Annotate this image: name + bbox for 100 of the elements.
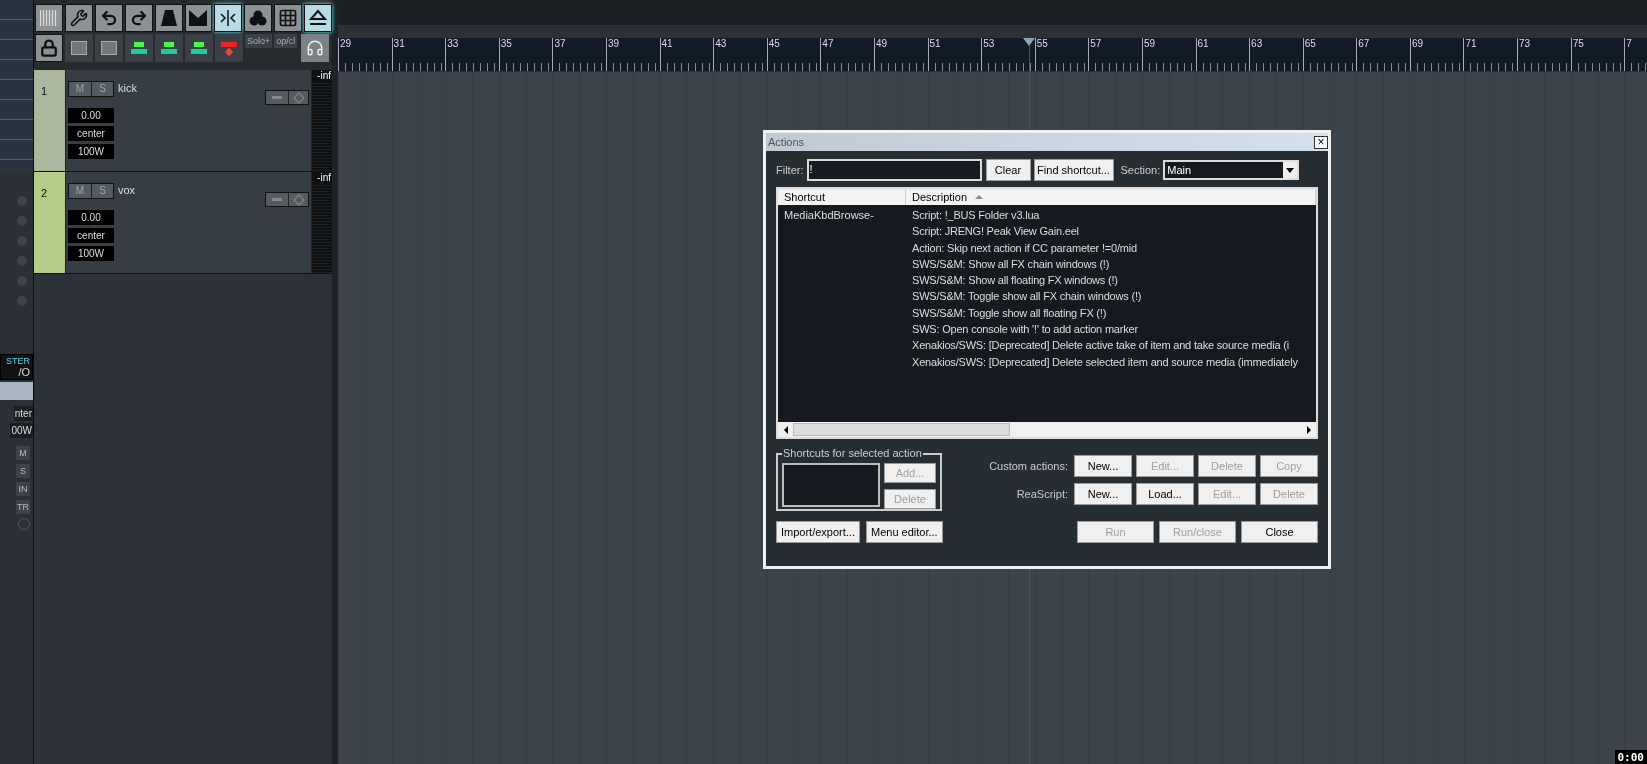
grouping-icon[interactable] — [125, 34, 153, 62]
dialog-button[interactable]: Clear — [985, 159, 1031, 181]
master-button[interactable]: TR — [16, 500, 30, 514]
description-cell-text: Xenakios/SWS: [Deprecated] Delete selected item and source media (immediately — [911, 354, 1298, 370]
action-row[interactable]: SWS/S&M: Toggle show all FX chain windows (!) — [778, 288, 1316, 305]
column-header[interactable]: Description — [906, 189, 1316, 205]
filter-field[interactable]: ! — [806, 159, 982, 181]
grid-icon[interactable] — [274, 4, 303, 32]
dialog-button[interactable]: Close — [1241, 521, 1318, 543]
grouping-icon[interactable] — [155, 34, 183, 62]
ruler-mark: 47 — [821, 38, 834, 50]
ruler-mark: 51 — [928, 38, 941, 50]
ruler-mark: 71 — [1464, 38, 1477, 50]
dialog-button[interactable]: Import/export... — [776, 521, 860, 543]
description-cell-text: Script: !_BUS Folder v3.lua — [911, 207, 1040, 223]
action-row[interactable]: SWS/S&M: Toggle show all floating FX (!) — [778, 304, 1316, 322]
dialog-button[interactable]: Load... — [1136, 483, 1194, 505]
action-row[interactable]: Script: JRENG! Peak View Gain.eel — [778, 223, 1316, 240]
master-button[interactable]: M — [16, 446, 30, 460]
ruler-mark: 7 — [1625, 38, 1632, 50]
ruler-mark: 75 — [1571, 38, 1584, 50]
shortcut-cell-text: MediaKbdBrowse- — [783, 207, 875, 223]
track-field[interactable]: 100W — [68, 144, 114, 159]
description-cell-text: SWS/S&M: Show all floating FX windows (!) — [911, 273, 1118, 289]
dialog-button[interactable]: New... — [1074, 483, 1132, 505]
meter-reading: -inf — [316, 172, 332, 184]
ruler-mark: 67 — [1357, 38, 1370, 50]
horizontal-scrollbar[interactable] — [778, 422, 1316, 437]
track-number: 2 — [41, 187, 48, 199]
track-field[interactable]: 100W — [68, 246, 114, 261]
action-row[interactable]: Action: Skip next action if CC parameter !=0/mid — [778, 239, 1316, 256]
sort-arrow-icon — [975, 195, 984, 199]
ruler-mark: 69 — [1410, 38, 1423, 50]
action-row[interactable]: SWS/S&M: Show all floating FX windows (!) — [778, 272, 1316, 289]
track-name[interactable]: kick — [118, 80, 137, 97]
redo-icon[interactable] — [124, 4, 153, 32]
ruler-mark: 43 — [714, 38, 727, 50]
dialog-button[interactable]: Find shortcut... — [1033, 159, 1114, 181]
description-cell-text: SWS/S&M: Toggle show all FX chain windows (!) — [911, 289, 1142, 305]
ruler-mark: 59 — [1142, 38, 1156, 50]
description-cell-text: Action: Skip next action if CC parameter !=0/mid — [911, 240, 1137, 256]
description-cell-text: SWS: Open console with '!' to add action marker — [911, 322, 1138, 337]
ruler-mark: 65 — [1303, 38, 1316, 50]
track-field[interactable]: center — [68, 126, 114, 141]
action-row[interactable]: SWS/S&M: Show all FX chain windows (!) — [778, 255, 1316, 273]
headphones-icon[interactable] — [301, 34, 330, 62]
track-field[interactable]: 0.00 — [68, 108, 114, 123]
section-label: Section: — [1120, 162, 1161, 178]
track-field[interactable]: 0.00 — [68, 210, 114, 225]
grid-icon[interactable] — [35, 4, 63, 32]
track-number: 1 — [41, 85, 48, 97]
ruler-mark: 57 — [1089, 38, 1102, 50]
ruler-mark: 73 — [1518, 38, 1531, 50]
track-panel[interactable]: 2 M S vox 0.00 center 100W -inf — [34, 172, 332, 274]
track-field[interactable]: center — [68, 228, 114, 243]
ruler-mark: 39 — [606, 38, 620, 50]
clover-icon[interactable] — [244, 4, 273, 32]
close-button[interactable]: × — [1314, 135, 1328, 149]
pan-field[interactable]: nter — [13, 406, 33, 421]
ruler-mark: 33 — [446, 38, 459, 50]
description-cell-text: Xenakios/SWS: [Deprecated] Delete active take of item and take source media (i — [911, 338, 1289, 354]
ruler-mark: 37 — [553, 38, 566, 50]
lock-icon[interactable] — [35, 34, 63, 62]
description-cell-text: Script: JRENG! Peak View Gain.eel — [911, 224, 1079, 240]
action-row[interactable]: Xenakios/SWS: [Deprecated] Delete active take of item and take source media (i — [778, 337, 1316, 354]
split-icon[interactable] — [214, 4, 243, 32]
dialog-button[interactable]: Menu editor... — [866, 521, 943, 543]
phase-button[interactable] — [288, 91, 308, 104]
phase-button[interactable] — [288, 193, 308, 206]
section-dropdown[interactable]: Main — [1163, 160, 1300, 180]
io-label: /O — [18, 366, 30, 378]
toolbar-toggle[interactable]: Solo+ — [245, 34, 273, 48]
ruler-mark: 55 — [1035, 38, 1048, 50]
track-panel[interactable]: 1 M S kick 0.00 center 100W -inf — [34, 70, 332, 172]
group-title: Shortcuts for selected action — [782, 447, 923, 459]
grouping-icon[interactable] — [185, 34, 213, 62]
ruler-mark: 61 — [1196, 38, 1209, 50]
toolbar-toggle[interactable]: op/cl — [274, 34, 298, 48]
column-header[interactable]: Shortcut — [778, 189, 906, 205]
master-button[interactable]: S — [16, 464, 30, 478]
playhead-marker-icon[interactable] — [1023, 38, 1035, 46]
time-text: 0:00 — [1617, 751, 1644, 763]
ruler-mark: 29 — [339, 38, 352, 50]
description-cell-text: SWS/S&M: Show all FX chain windows (!) — [911, 256, 1110, 272]
filter-label: Filter: — [776, 162, 804, 178]
row-label: ReaScript: — [1016, 486, 1068, 502]
wrench-icon[interactable] — [64, 4, 93, 32]
action-row[interactable]: MediaKbdBrowse- Script: !_BUS Folder v3.lua — [778, 207, 1316, 224]
action-row[interactable]: SWS: Open console with '!' to add action marker — [778, 321, 1316, 338]
master-button[interactable]: IN — [16, 482, 30, 496]
undo-icon[interactable] — [94, 4, 123, 32]
width-field[interactable]: 00W — [10, 423, 33, 438]
track-name[interactable]: vox — [118, 182, 136, 199]
scrollbar-thumb[interactable] — [793, 423, 1010, 436]
ruler-mark: 31 — [392, 38, 405, 50]
ruler-mark: 63 — [1250, 38, 1263, 50]
meter-reading: -inf — [316, 70, 332, 82]
action-row[interactable]: Xenakios/SWS: [Deprecated] Delete selected item and source media (immediately — [778, 353, 1316, 370]
dialog-button[interactable]: New... — [1074, 455, 1132, 477]
ruler-mark: 41 — [660, 38, 673, 50]
